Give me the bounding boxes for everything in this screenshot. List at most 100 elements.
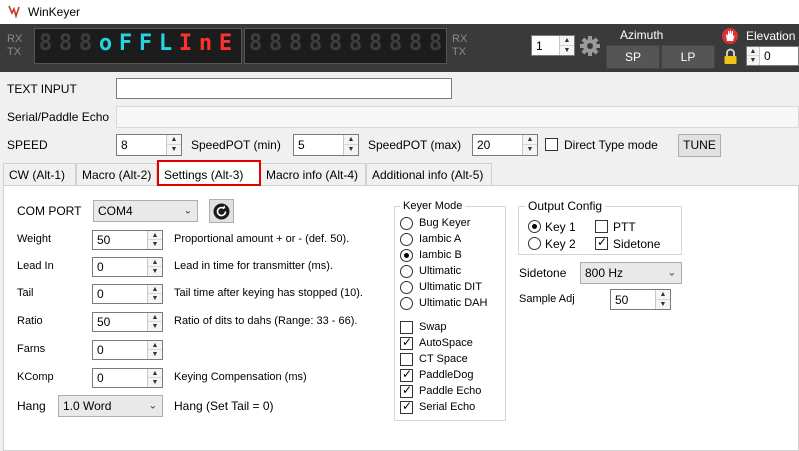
led-digit: 8	[328, 31, 343, 56]
led-digit: F	[118, 31, 133, 56]
elevation-stepper[interactable]: ▲ ▼ 0	[746, 46, 799, 66]
echo-field	[116, 106, 799, 128]
option-swap-label: Swap	[419, 321, 447, 333]
ratio-stepper[interactable]: 50 ▲ ▼	[92, 312, 163, 332]
output-config-title: Output Config	[525, 199, 606, 213]
option-swap-checkbox[interactable]	[400, 321, 413, 334]
option-paddledog-label: PaddleDog	[419, 369, 474, 381]
led-digit: 8	[58, 31, 73, 56]
led-digit: F	[138, 31, 153, 56]
lead-in-description: Lead in time for transmitter (ms).	[174, 260, 333, 272]
chevron-down-icon: ⌄	[148, 400, 157, 412]
title-bar	[0, 0, 799, 24]
ptt-checkbox[interactable]	[595, 220, 608, 233]
mode-ultimatic-radio[interactable]	[400, 265, 413, 278]
sidetone-select[interactable]: 800 Hz ⌄	[580, 262, 682, 284]
kcomp-label: KComp	[17, 371, 54, 383]
stop-hand-icon[interactable]	[722, 28, 738, 44]
mode-iambic-a-radio[interactable]	[400, 233, 413, 246]
app-logo-icon	[8, 5, 20, 19]
speedpot-min-stepper[interactable]: 5 ▲ ▼	[293, 134, 359, 156]
speedpot-max-stepper[interactable]: 20 ▲ ▼	[472, 134, 538, 156]
sidetone-label: Sidetone	[519, 266, 567, 280]
mode-ultimatic-dah-label: Ultimatic DAH	[419, 297, 488, 309]
option-autospace-checkbox[interactable]	[400, 335, 413, 350]
kcomp-stepper[interactable]: 0 ▲ ▼	[92, 368, 163, 388]
mode-iambic-a-label: Iambic A	[419, 233, 462, 245]
long-path-button[interactable]: LP	[661, 45, 715, 69]
tx-label-right: TX	[452, 46, 467, 58]
led-digit: n	[198, 31, 213, 56]
farns-stepper[interactable]: 0 ▲ ▼	[92, 340, 163, 360]
ratio-description: Ratio of dits to dahs (Range: 33 - 66).	[174, 315, 358, 327]
option-paddle-echo-checkbox[interactable]	[400, 383, 413, 398]
led-digit: 8	[348, 31, 363, 56]
speed-label: SPEED	[7, 138, 48, 152]
rx-label-right: RX	[452, 33, 468, 45]
hang-desc: Hang (Set Tail = 0)	[174, 399, 274, 413]
lock-icon[interactable]	[723, 48, 738, 65]
elevation-label: Elevation	[746, 29, 796, 43]
lead-in-stepper[interactable]: 0 ▲ ▼	[92, 257, 163, 277]
led-digit: 8	[288, 31, 303, 56]
tab-settings[interactable]: Settings (Alt-3)	[157, 160, 261, 186]
tail-stepper[interactable]: 0 ▲ ▼	[92, 284, 163, 304]
led-digit: 8	[368, 31, 383, 56]
led-digit: 8	[248, 31, 263, 56]
key2-label: Key 2	[545, 237, 576, 251]
mode-ultimatic-dah-radio[interactable]	[400, 297, 413, 310]
tab-macro-info[interactable]: Macro info (Alt-4)	[260, 163, 366, 185]
weight-stepper[interactable]: 50 ▲ ▼	[92, 230, 163, 250]
com-port-select[interactable]: COM4 ⌄	[93, 200, 198, 222]
azimuth-label: Azimuth	[620, 28, 664, 42]
led-digit: L	[158, 31, 173, 56]
direct-type-label: Direct Type mode	[564, 138, 658, 152]
chevron-down-icon: ⌄	[667, 267, 676, 279]
farns-label: Farns	[17, 343, 46, 355]
refresh-icon	[213, 203, 230, 220]
sample-adj-stepper[interactable]: 50 ▲ ▼	[610, 289, 671, 310]
mode-iambic-b-radio[interactable]	[400, 249, 413, 262]
led-digit: 8	[388, 31, 403, 56]
option-paddledog-checkbox[interactable]	[400, 367, 413, 382]
hang-select[interactable]: 1.0 Word ⌄	[58, 395, 163, 417]
tab-additional-info[interactable]: Additional info (Alt-5)	[366, 163, 492, 185]
echo-label: Serial/Paddle Echo	[7, 110, 110, 124]
mode-bug-keyer-radio[interactable]	[400, 217, 413, 230]
sidetone-checkbox-label: Sidetone	[613, 237, 661, 251]
key1-radio[interactable]	[528, 220, 541, 233]
gear-icon[interactable]	[579, 35, 601, 57]
tab-cw[interactable]: CW (Alt-1)	[3, 163, 76, 185]
weight-label: Weight	[17, 233, 52, 245]
key2-radio[interactable]	[528, 237, 541, 250]
channel-stepper[interactable]: 1 ▲ ▼	[531, 35, 575, 56]
mode-ultimatic-dit-radio[interactable]	[400, 281, 413, 294]
key1-label: Key 1	[545, 220, 576, 234]
tail-label: Tail	[17, 287, 34, 299]
tune-button[interactable]: TUNE	[678, 134, 721, 157]
mode-ultimatic-dit-label: Ultimatic DIT	[419, 281, 482, 293]
mode-iambic-b-label: Iambic B	[419, 249, 462, 261]
keyer-mode-title: Keyer Mode	[400, 200, 466, 212]
option-serial-echo-checkbox[interactable]	[400, 399, 413, 414]
ptt-label: PTT	[613, 220, 636, 234]
tab-macro[interactable]: Macro (Alt-2)	[76, 163, 157, 185]
weight-description: Proportional amount + or - (def. 50).	[174, 233, 350, 245]
chevron-down-icon: ⌄	[183, 205, 192, 217]
lead-in-label: Lead In	[17, 260, 54, 272]
speedpot-min-label: SpeedPOT (min)	[191, 138, 281, 152]
mode-bug-keyer-label: Bug Keyer	[419, 217, 471, 229]
direct-type-checkbox[interactable]	[545, 138, 558, 151]
speedpot-max-label: SpeedPOT (max)	[368, 138, 462, 152]
sidetone-checkbox[interactable]	[595, 235, 608, 250]
refresh-ports-button[interactable]	[209, 199, 234, 223]
speed-stepper[interactable]: 8 ▲ ▼	[116, 134, 182, 156]
text-input-field[interactable]	[116, 78, 452, 99]
option-ct-space-checkbox[interactable]	[400, 353, 413, 366]
option-autospace-label: AutoSpace	[419, 337, 473, 349]
option-paddle-echo-label: Paddle Echo	[419, 385, 482, 397]
option-ct-space-label: CT Space	[419, 353, 468, 365]
short-path-button[interactable]: SP	[606, 45, 660, 69]
led-digit: 8	[78, 31, 93, 56]
rx-label: RX	[7, 33, 23, 45]
